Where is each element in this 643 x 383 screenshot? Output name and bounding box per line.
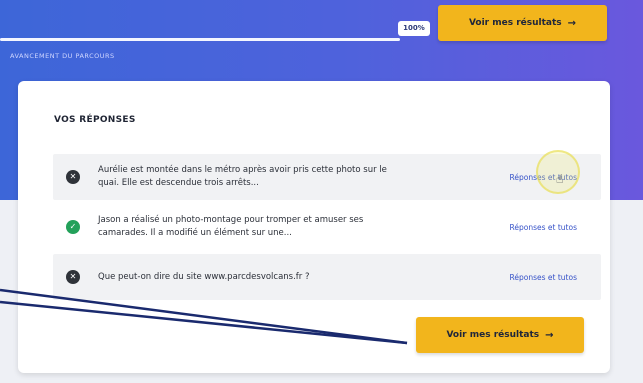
annotation-line-lower [0,300,408,345]
annotation-pointer-lines [0,288,408,345]
annotation-line-upper [0,288,408,345]
